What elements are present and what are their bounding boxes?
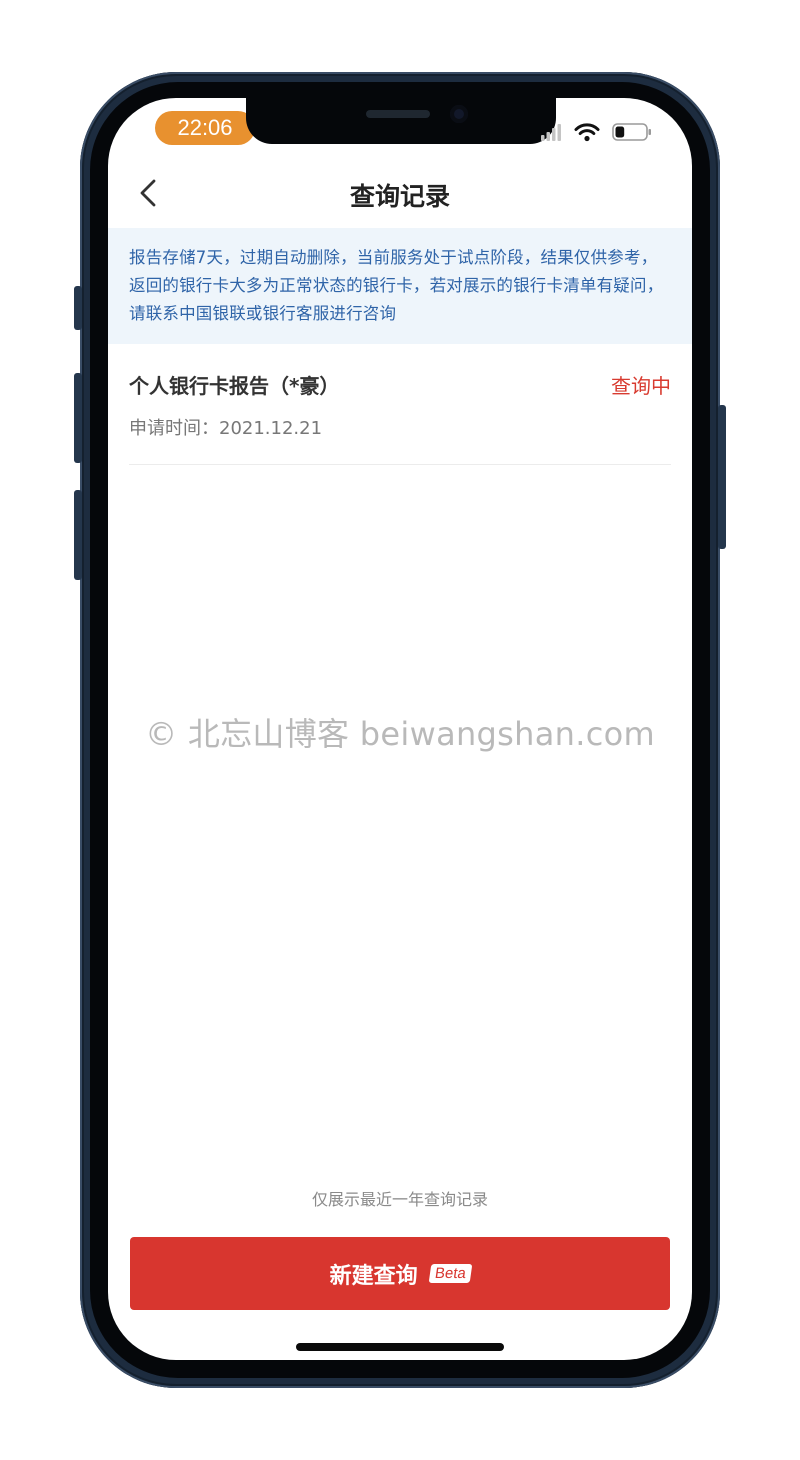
home-indicator[interactable] xyxy=(296,1343,504,1351)
battery-icon xyxy=(612,123,651,141)
watermark: © 北忘山博客 beiwangshan.com xyxy=(145,715,655,753)
cellular-signal-icon xyxy=(541,124,561,141)
status-time: 22:06 xyxy=(155,111,255,145)
new-query-button[interactable]: 新建查询 Beta xyxy=(130,1237,670,1310)
notch xyxy=(246,98,556,144)
navigation-bar: 查询记录 xyxy=(108,158,692,228)
volume-down-button xyxy=(74,490,82,580)
status-indicators xyxy=(540,122,652,142)
earpiece-speaker xyxy=(366,110,430,118)
record-status: 查询中 xyxy=(611,374,671,398)
volume-up-button xyxy=(74,373,82,463)
new-query-label: 新建查询 xyxy=(329,1263,418,1289)
app-screen: 22:06 查询记录 报告存储7天，过期自动删除，当前服务处于试点阶段，结果仅供… xyxy=(108,98,692,1360)
power-button xyxy=(718,405,726,549)
front-camera xyxy=(450,105,468,123)
page-title: 查询记录 xyxy=(349,182,450,211)
storage-notice-banner: 报告存储7天，过期自动删除，当前服务处于试点阶段，结果仅供参考，返回的银行卡大多… xyxy=(108,228,692,344)
record-title: 个人银行卡报告（*豪） xyxy=(129,374,340,398)
notice-text: 报告存储7天，过期自动删除，当前服务处于试点阶段，结果仅供参考，返回的银行卡大多… xyxy=(129,248,664,323)
wifi-icon xyxy=(574,123,600,142)
record-item[interactable]: 个人银行卡报告（*豪） 查询中 申请时间：2021.12.21 xyxy=(129,344,671,465)
silent-switch xyxy=(74,286,82,330)
record-apply-date: 申请时间：2021.12.21 xyxy=(129,418,323,439)
beta-badge: Beta xyxy=(428,1264,472,1283)
footer-note: 仅展示最近一年查询记录 xyxy=(311,1190,488,1209)
